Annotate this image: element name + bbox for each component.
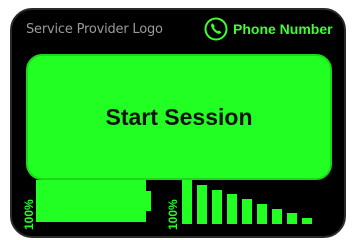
signal-bar — [257, 203, 267, 224]
signal-bar — [227, 194, 237, 224]
signal-bar — [287, 213, 297, 224]
signal-bar — [182, 180, 192, 224]
signal-bar — [212, 189, 222, 224]
signal-strength-icon — [0, 0, 352, 240]
signal-bar — [302, 218, 312, 224]
signal-bar — [272, 208, 282, 224]
signal-bar — [197, 184, 207, 224]
signal-bar — [242, 199, 252, 224]
